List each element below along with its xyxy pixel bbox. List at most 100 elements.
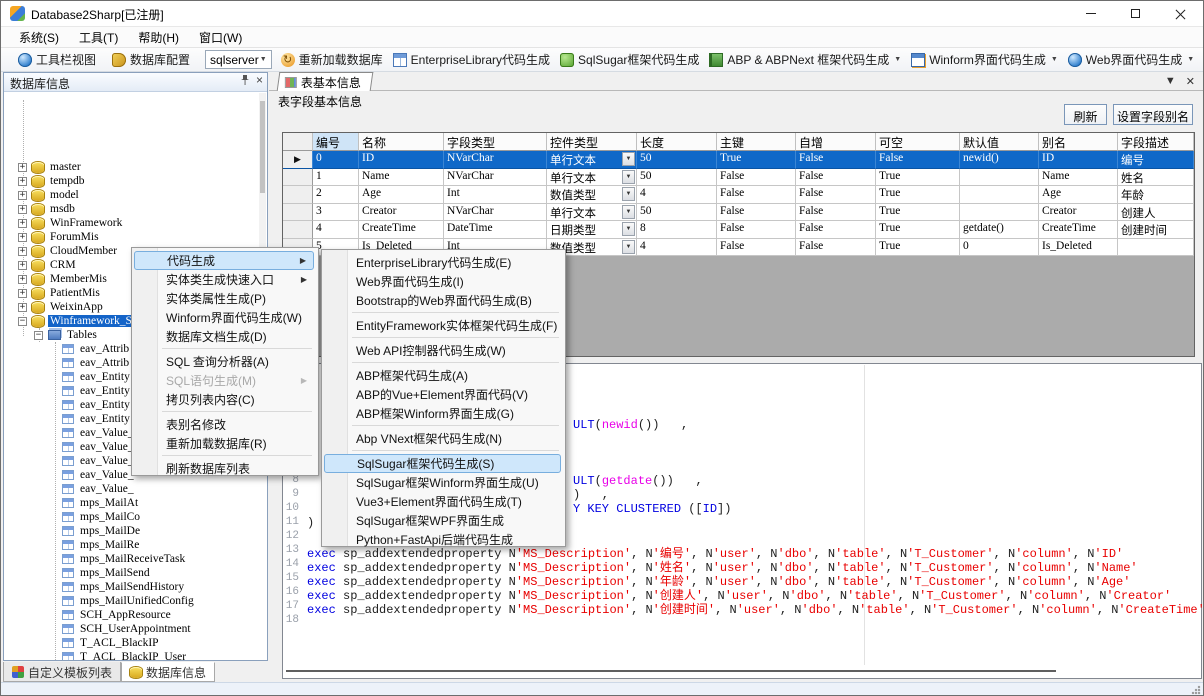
grid-cell[interactable]: True [876,221,960,239]
submenu-item-ABP框架Winform界面生成(G)[interactable]: ABP框架Winform界面生成(G) [324,404,561,423]
grid-col-header[interactable]: 编号 [313,133,359,151]
grid-cell[interactable] [1118,239,1194,257]
toolbar-工具栏视图[interactable]: 工具栏视图 [13,49,101,70]
submenu-item-ABP的Vue+Element界面代码(V)[interactable]: ABP的Vue+Element界面代码(V) [324,385,561,404]
grid-cell[interactable]: CreateTime [1039,221,1118,239]
grid-cell[interactable]: 0 [313,151,359,169]
grid-cell[interactable]: 1 [313,169,359,187]
submenu-item-SqlSugar框架代码生成(S)[interactable]: SqlSugar框架代码生成(S) [324,454,561,473]
tree-item-database[interactable]: +WinFramework [18,216,124,230]
grid-cell[interactable]: False [876,151,960,169]
menu-系统(S)[interactable]: 系统(S) [9,27,69,48]
tree-item-table[interactable]: mps_MailRe [62,538,141,552]
menu-帮助(H)[interactable]: 帮助(H) [128,27,189,48]
grid-cell[interactable]: False [717,239,796,257]
grid-cell[interactable]: 4 [637,186,717,204]
toolbar-数据库配置[interactable]: 数据库配置 [107,49,195,70]
tree-expander-icon[interactable]: + [18,233,27,242]
tree-item-database[interactable]: +master [18,160,83,174]
tree-item-database[interactable]: +tempdb [18,174,87,188]
maximize-button[interactable] [1113,1,1158,27]
minimize-button[interactable] [1068,1,1113,27]
grid-cell[interactable]: 0 [960,239,1039,257]
tree-item-table[interactable]: mps_MailUnifiedConfig [62,594,196,608]
submenu-item-Vue3+Element界面代码生成(T)[interactable]: Vue3+Element界面代码生成(T) [324,492,561,511]
grid-cell[interactable]: False [717,204,796,222]
grid-row[interactable]: 3CreatorNVarChar单行文本▼50FalseFalseTrueCre… [283,204,1194,222]
grid-cell[interactable]: False [796,151,876,169]
menu-item-Winform界面代码生成(W)[interactable]: Winform界面代码生成(W) [134,308,314,327]
grid-col-header[interactable]: 自增 [796,133,876,151]
cell-dropdown-icon[interactable]: ▼ [622,222,635,236]
grid-cell[interactable]: 4 [637,239,717,257]
grid-cell[interactable]: Name [1039,169,1118,187]
tree-expander-icon[interactable]: + [18,177,27,186]
menu-item-实体类生成快速入口[interactable]: 实体类生成快速入口▶ [134,270,314,289]
tree-item-table[interactable]: eav_Entity [62,384,132,398]
tree-item-database[interactable]: +MemberMis [18,272,109,286]
toolbar-EnterpriseLibrary代码生成[interactable]: EnterpriseLibrary代码生成 [388,49,555,70]
menu-item-重新加载数据库(R)[interactable]: 重新加载数据库(R) [134,434,314,453]
grid-cell[interactable]: True [876,239,960,257]
tree-expander-icon[interactable]: + [18,247,27,256]
tree-item-database[interactable]: +CRM [18,258,78,272]
tree-item-table[interactable]: eav_Value_ [62,440,136,454]
horizontal-scrollbar[interactable] [286,670,1056,672]
tree-item-table[interactable]: mps_MailAt [62,496,140,510]
tree-item-database-selected[interactable]: −Winframework_Sug [18,314,145,328]
grid-col-header[interactable]: 别名 [1039,133,1118,151]
tab-close-icon[interactable]: ✕ [1186,75,1195,88]
tree-item-table[interactable]: eav_Entity [62,412,132,426]
tree-expander-icon[interactable]: + [18,191,27,200]
tree-item-table[interactable]: eav_Value_ [62,454,136,468]
submenu-item-Web界面代码生成(I)[interactable]: Web界面代码生成(I) [324,272,561,291]
panel-close-icon[interactable]: × [256,75,263,85]
grid-cell[interactable]: 创建时间 [1118,221,1194,239]
toolbar-SqlSugar框架代码生成[interactable]: SqlSugar框架代码生成 [555,49,704,70]
grid-cell[interactable]: 50 [637,169,717,187]
grid-row[interactable]: 2AgeInt数值类型▼4FalseFalseTrueAge年龄 [283,186,1194,204]
grid-cell[interactable]: False [796,204,876,222]
tree-item-table[interactable]: eav_Value_ [62,468,136,482]
grid-cell[interactable]: NVarChar [444,204,547,222]
database-type-combo[interactable]: sqlserver▼ [205,50,272,69]
submenu-item-Web API控制器代码生成(W)[interactable]: Web API控制器代码生成(W) [324,341,561,360]
menu-item-表别名修改[interactable]: 表别名修改 [134,415,314,434]
grid-col-header[interactable]: 字段描述 [1118,133,1194,151]
tree-item-database[interactable]: +ForumMis [18,230,101,244]
submenu-item-Bootstrap的Web界面代码生成(B)[interactable]: Bootstrap的Web界面代码生成(B) [324,291,561,310]
toolbar-重新加载数据库[interactable]: ↻重新加载数据库 [276,49,388,70]
grid-cell[interactable]: True [876,204,960,222]
grid-cell[interactable]: True [876,169,960,187]
grid-cell[interactable]: 编号 [1118,151,1194,169]
menu-item-拷贝列表内容(C)[interactable]: 拷贝列表内容(C) [134,390,314,409]
menu-item-SQL 查询分析器(A)[interactable]: SQL 查询分析器(A) [134,352,314,371]
grid-cell[interactable]: 数值类型▼ [547,186,637,204]
grid-cell[interactable]: 4 [313,221,359,239]
grid-cell[interactable]: False [717,221,796,239]
grid-cell[interactable]: 姓名 [1118,169,1194,187]
grid-cell[interactable]: False [796,169,876,187]
grid-cell[interactable]: 单行文本▼ [547,204,637,222]
tree-expander-icon[interactable]: + [18,303,27,312]
tree-expander-icon[interactable]: + [18,219,27,228]
menu-item-代码生成[interactable]: 代码生成▶ [134,251,314,270]
tree-expander-icon[interactable]: + [18,261,27,270]
grid-cell[interactable]: getdate() [960,221,1039,239]
grid-cell[interactable]: True [717,151,796,169]
close-button[interactable] [1158,1,1203,27]
grid-cell[interactable]: True [876,186,960,204]
tree-item-table[interactable]: T_ACL_BlackIP [62,636,161,650]
menu-工具(T)[interactable]: 工具(T) [69,27,128,48]
grid-row[interactable]: ▶0IDNVarChar单行文本▼50TrueFalseFalsenewid()… [283,151,1194,169]
grid-cell[interactable]: 年龄 [1118,186,1194,204]
tree-item-table[interactable]: mps_MailSend [62,566,152,580]
grid-cell[interactable] [960,186,1039,204]
grid-cell[interactable]: False [796,221,876,239]
refresh-button[interactable]: 刷新 [1064,104,1107,125]
tree-item-tables-node[interactable]: −Tables [34,328,99,342]
set-field-alias-button[interactable]: 设置字段别名 [1113,104,1193,125]
grid-cell[interactable]: 单行文本▼ [547,169,637,187]
submenu-item-SqlSugar框架WPF界面生成[interactable]: SqlSugar框架WPF界面生成 [324,511,561,530]
grid-col-header[interactable]: 主键 [717,133,796,151]
